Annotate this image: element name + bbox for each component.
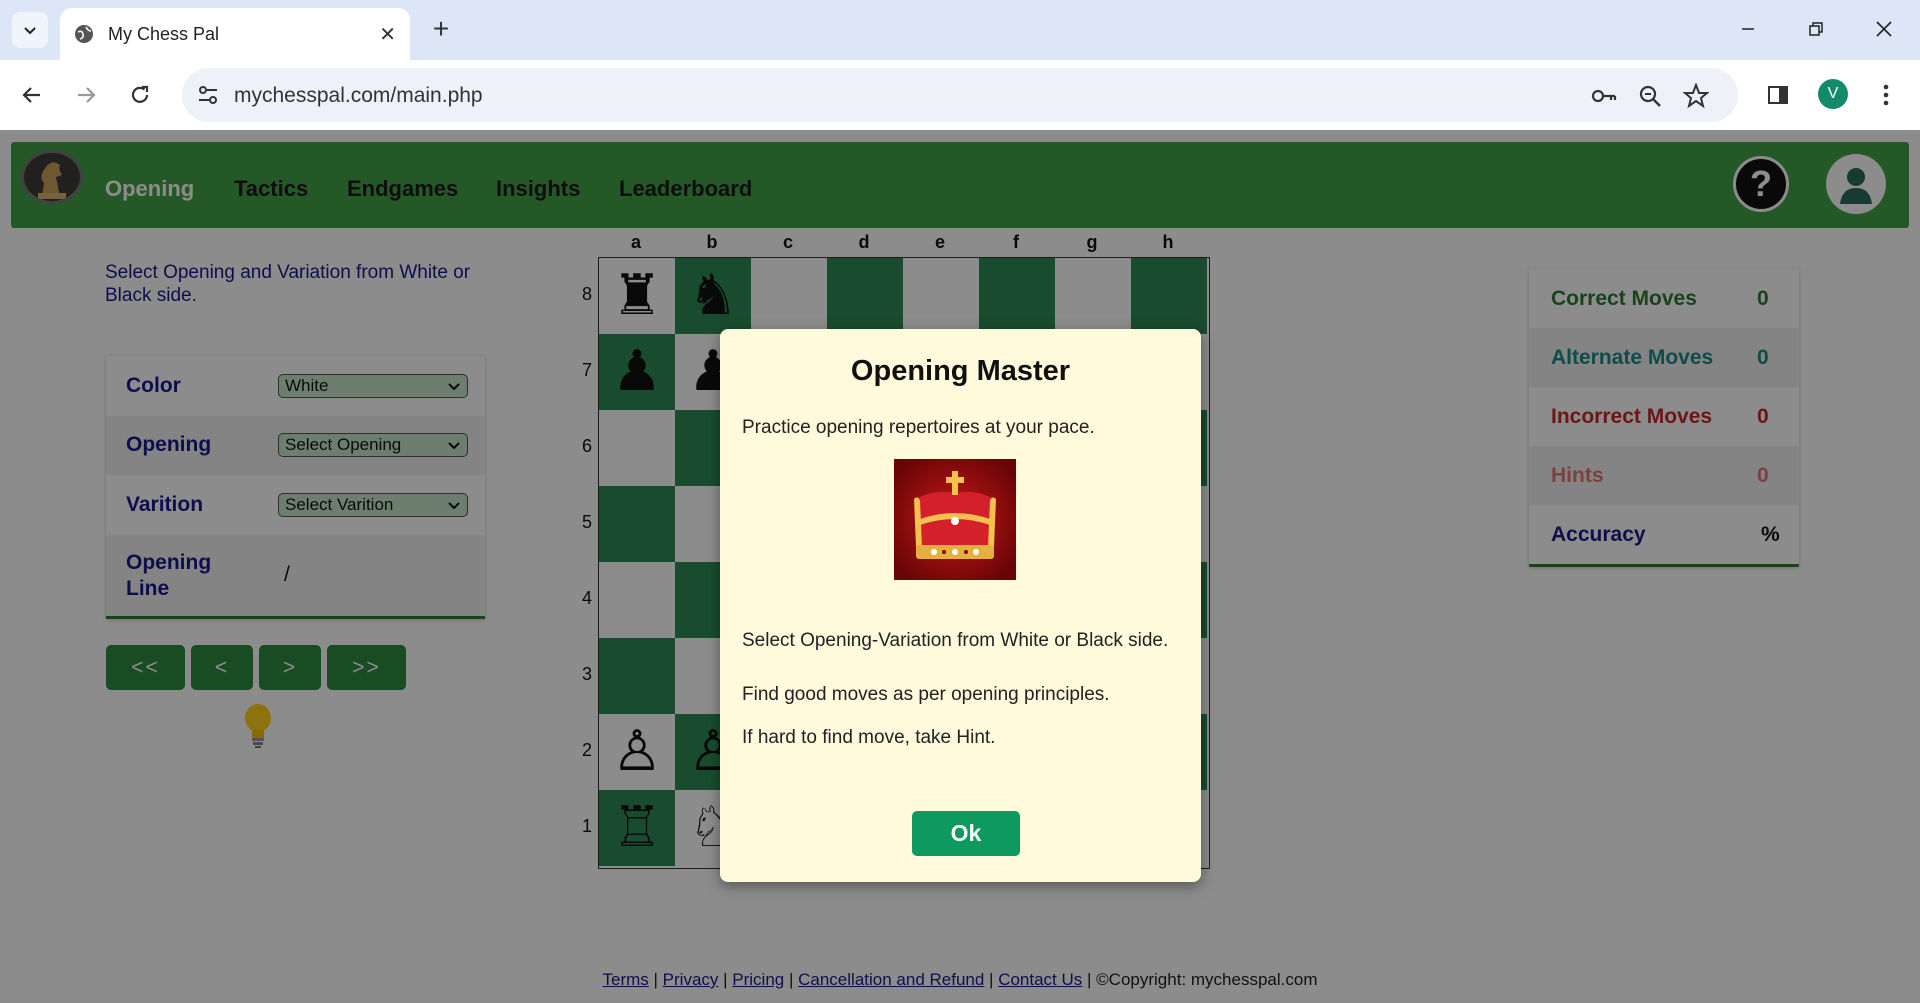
more-menu-icon[interactable] bbox=[1868, 77, 1904, 113]
dialog-instruction-3: If hard to find move, take Hint. bbox=[742, 727, 996, 748]
back-button[interactable] bbox=[14, 77, 50, 113]
restore-icon bbox=[1809, 22, 1823, 36]
modal-overlay[interactable]: Opening Master Practice opening repertoi… bbox=[0, 130, 1920, 1003]
side-panel-icon[interactable] bbox=[1760, 77, 1796, 113]
browser-toolbar: mychesspal.com/main.php V bbox=[0, 60, 1920, 130]
new-tab-button[interactable]: + bbox=[426, 14, 456, 44]
opening-master-dialog: Opening Master Practice opening repertoi… bbox=[720, 329, 1201, 882]
reload-icon bbox=[131, 85, 149, 103]
globe-icon bbox=[75, 25, 93, 43]
minimize-icon bbox=[1742, 28, 1754, 30]
close-icon bbox=[1876, 21, 1892, 37]
address-bar[interactable]: mychesspal.com/main.php bbox=[182, 68, 1738, 122]
close-window-button[interactable] bbox=[1864, 12, 1904, 46]
forward-button[interactable] bbox=[68, 77, 104, 113]
zoom-icon[interactable] bbox=[1636, 82, 1664, 110]
password-key-icon[interactable] bbox=[1590, 82, 1618, 110]
site-settings-icon[interactable] bbox=[196, 83, 220, 107]
arrow-left-icon bbox=[22, 87, 40, 103]
ok-button[interactable]: Ok bbox=[912, 811, 1020, 856]
bookmark-star-icon[interactable] bbox=[1682, 82, 1710, 110]
url-text: mychesspal.com/main.php bbox=[234, 84, 483, 107]
tab-title: My Chess Pal bbox=[108, 23, 220, 44]
restore-button[interactable] bbox=[1796, 12, 1836, 46]
crown-image bbox=[894, 459, 1016, 580]
chevron-down-icon bbox=[24, 27, 36, 35]
dialog-title: Opening Master bbox=[850, 355, 1071, 387]
tab-search-button[interactable] bbox=[12, 12, 48, 48]
arrow-right-icon bbox=[78, 87, 96, 103]
close-tab-icon[interactable]: ✕ bbox=[379, 22, 396, 47]
browser-tab-bar: My Chess Pal ✕ + bbox=[0, 0, 1920, 60]
minimize-button[interactable] bbox=[1728, 12, 1768, 46]
reload-button[interactable] bbox=[122, 77, 158, 113]
profile-avatar[interactable]: V bbox=[1818, 79, 1848, 109]
dialog-instruction-2: Find good moves as per opening principle… bbox=[742, 684, 1110, 705]
dialog-instruction-1: Select Opening-Variation from White or B… bbox=[742, 630, 1169, 651]
dialog-subtitle: Practice opening repertoires at your pac… bbox=[742, 417, 1095, 438]
browser-tab[interactable]: My Chess Pal ✕ bbox=[60, 8, 410, 60]
